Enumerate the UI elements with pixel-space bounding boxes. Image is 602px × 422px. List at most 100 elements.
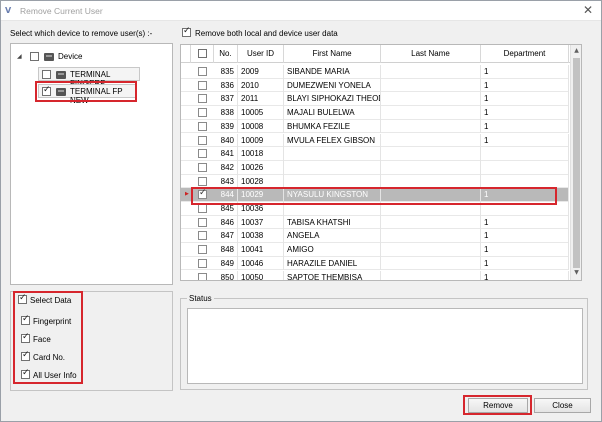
cell-first-name: BHUMKA FEZILE [284,119,381,134]
row-checkbox[interactable] [198,272,207,280]
row-checkbox[interactable] [198,121,207,131]
scroll-up-icon[interactable]: ▲ [572,47,581,56]
status-textbox[interactable] [187,308,583,384]
cell-first-name: TABISA KHATSHI [284,215,381,230]
table-row[interactable]: 850 10050 SAPTOE THEMBISA 1 [181,270,569,280]
device-item-terminal-fingerp[interactable]: TERMINAL FINGERP [38,67,140,88]
row-checkbox[interactable] [198,94,207,104]
row-checkbox[interactable] [198,231,207,241]
row-checkbox[interactable] [198,80,207,90]
cell-user-id: 10038 [238,229,284,244]
cell-last-name [381,147,481,161]
cell-user-id: 2011 [238,92,284,107]
vertical-scrollbar[interactable]: ▲ ▼ [570,45,581,280]
table-row[interactable]: 849 10046 HARAZILE DANIEL 1 [181,256,569,271]
cell-last-name [381,92,481,107]
title-bar: V Remove Current User ✕ [1,1,601,21]
col-no[interactable]: No. [214,45,238,63]
cell-first-name [284,147,381,161]
cell-first-name: DUMEZWENI YONELA [284,78,381,93]
remove-both-checkbox[interactable] [182,26,191,37]
cell-no: 841 [214,147,238,161]
row-checkbox[interactable] [198,245,207,255]
cell-no: 847 [214,229,238,244]
row-checkbox[interactable] [198,149,207,159]
cell-user-id: 10026 [238,160,284,175]
cell-user-id: 10018 [238,147,284,161]
scroll-down-icon[interactable]: ▼ [572,269,581,278]
row-checkbox[interactable] [198,162,207,172]
face-checkbox[interactable] [21,332,30,343]
cell-last-name [381,256,481,271]
cell-department: 1 [481,119,569,134]
row-checkbox[interactable] [198,176,207,186]
cell-user-id: 10050 [238,270,284,280]
remove-button[interactable]: Remove [468,398,528,413]
cell-no: 846 [214,215,238,230]
header-select-all[interactable] [191,45,214,63]
cell-first-name: HARAZILE DANIEL [284,256,381,271]
cell-user-id: 10005 [238,106,284,120]
cell-user-id: 2010 [238,78,284,93]
remove-both-label: Remove both local and device user data [195,29,338,38]
cell-first-name: SIBANDE MARIA [284,65,381,79]
cell-user-id: 10041 [238,243,284,257]
table-row[interactable]: 846 10037 TABISA KHATSHI 1 [181,215,569,230]
all-user-info-checkbox[interactable] [21,368,30,379]
row-checkbox[interactable] [198,135,207,145]
status-label: Status [187,294,214,303]
col-last-name[interactable]: Last Name [381,45,481,63]
cell-no: 842 [214,160,238,175]
select-data-label: Select Data [30,296,72,305]
fingerprint-checkbox[interactable] [21,314,30,325]
cell-no: 837 [214,92,238,107]
expand-arrow-icon[interactable]: ◢ [17,53,22,60]
cell-first-name: BLAYI SIPHOKAZI THEOD... [284,92,381,107]
table-row[interactable]: 837 2011 BLAYI SIPHOKAZI THEOD... 1 [181,92,569,107]
row-checkbox[interactable] [198,67,207,76]
row-checkbox[interactable] [198,108,207,118]
cell-user-id: 10046 [238,256,284,271]
cell-user-id: 10037 [238,215,284,230]
col-user-id[interactable]: User ID [238,45,284,63]
cell-department [481,160,569,175]
col-first-name[interactable]: First Name [284,45,381,63]
card-no-checkbox[interactable] [21,350,30,361]
cell-last-name [381,229,481,244]
table-row[interactable]: 835 2009 SIBANDE MARIA 1 [181,65,569,79]
device-checkbox[interactable] [42,70,51,79]
device-root-label: Device [58,52,83,61]
window-title: Remove Current User [20,6,103,16]
select-all-checkbox[interactable] [198,49,207,58]
cell-no: 838 [214,106,238,120]
cell-department: 1 [481,243,569,257]
table-row[interactable]: 838 10005 MAJALI BULELWA 1 [181,106,569,120]
cell-first-name: ANGELA [284,229,381,244]
device-root-checkbox[interactable] [30,52,39,61]
cell-department: 1 [481,65,569,79]
device-icon [44,53,54,61]
cell-no: 848 [214,243,238,257]
close-button[interactable]: Close [534,398,591,413]
scroll-thumb[interactable] [573,58,580,268]
user-grid: No. User ID First Name Last Name Departm… [180,44,582,281]
grid-header: No. User ID First Name Last Name Departm… [181,45,581,63]
cell-user-id: 10009 [238,133,284,148]
table-row[interactable]: 842 10026 [181,160,569,175]
row-checkbox[interactable] [198,204,207,213]
cell-department: 1 [481,229,569,244]
table-row[interactable]: 848 10041 AMIGO 1 [181,243,569,257]
cell-department: 1 [481,106,569,120]
col-department[interactable]: Department [481,45,569,63]
cell-last-name [381,78,481,93]
row-checkbox[interactable] [198,217,207,227]
table-row[interactable]: 841 10018 [181,147,569,161]
cell-last-name [381,119,481,134]
table-row[interactable]: 836 2010 DUMEZWENI YONELA 1 [181,78,569,93]
select-data-checkbox[interactable] [18,293,27,304]
close-window-icon[interactable]: ✕ [581,3,595,17]
table-row[interactable]: 839 10008 BHUMKA FEZILE 1 [181,119,569,134]
row-checkbox[interactable] [198,258,207,268]
table-row[interactable]: 840 10009 MVULA FELEX GIBSON 1 [181,133,569,148]
table-row[interactable]: 847 10038 ANGELA 1 [181,229,569,244]
